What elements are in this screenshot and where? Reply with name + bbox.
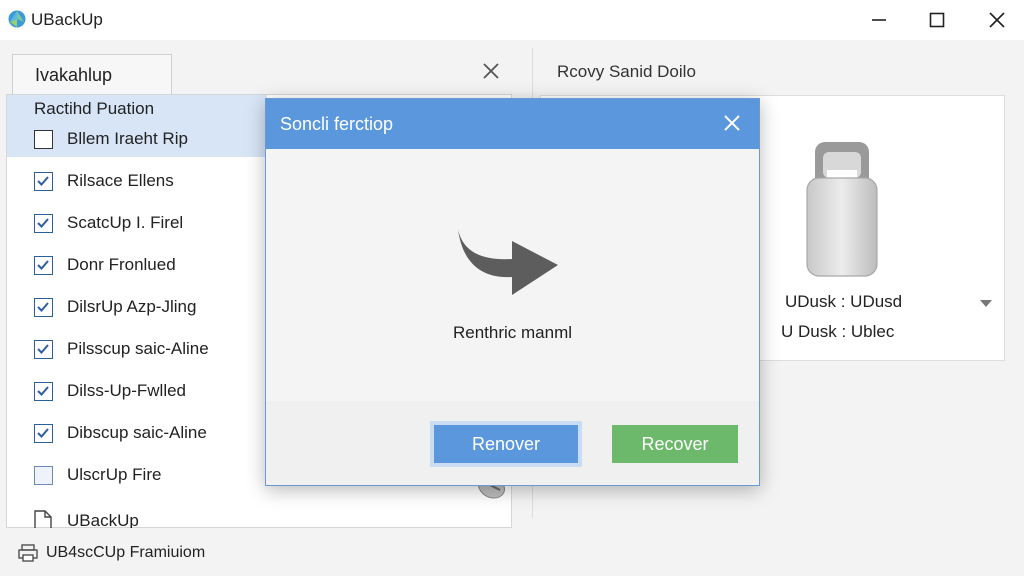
minimize-icon — [872, 19, 886, 21]
list-item-label: DilsrUp Azp-Jling — [67, 297, 197, 316]
dialog-header: Soncli ferctiop — [266, 99, 759, 149]
maximize-icon — [929, 12, 945, 28]
checkbox[interactable] — [34, 298, 53, 317]
list-item[interactable]: Dibscup saic-Aline — [7, 417, 267, 451]
list-item[interactable]: ScatcUp I. Firel — [7, 207, 267, 241]
dialog-title: Soncli ferctiop — [280, 114, 394, 134]
recover-button[interactable]: Recover — [612, 425, 738, 463]
close-window-button[interactable] — [974, 6, 1020, 34]
close-icon[interactable] — [722, 113, 742, 133]
checkmark-icon — [37, 344, 49, 354]
list-item[interactable]: DilsrUp Azp-Jling — [7, 291, 267, 325]
checkmark-icon — [37, 428, 49, 438]
printer-icon — [18, 544, 38, 562]
list-item-label: Dibscup saic-Aline — [67, 423, 207, 442]
checkmark-icon — [37, 302, 49, 312]
list-item[interactable]: Pilsscup saic-Aline — [7, 333, 267, 367]
list-item-label: ScatcUp I. Firel — [67, 213, 184, 232]
recovery-dialog: Soncli ferctiop Renthric manml Renover R… — [265, 98, 760, 486]
minimize-button[interactable] — [856, 6, 902, 34]
tab-label: Ivakahlup — [35, 65, 113, 85]
checkmark-icon — [37, 176, 49, 186]
checkbox[interactable] — [34, 130, 53, 149]
maximize-button[interactable] — [914, 6, 960, 34]
dialog-footer: Renover Recover — [266, 401, 759, 485]
list-item-label: Dilss-Up-Fwlled — [67, 381, 187, 400]
checkbox[interactable] — [34, 424, 53, 443]
status-bar: UB4scCUp Framiuiom — [0, 528, 1024, 576]
usb-drive-icon — [806, 142, 878, 277]
checkbox[interactable] — [34, 382, 53, 401]
renover-button[interactable]: Renover — [430, 421, 582, 467]
status-label: UB4scCUp Framiuiom — [46, 544, 206, 561]
right-panel-title: Rcovy Sanid Doilo — [557, 62, 696, 81]
checkbox[interactable] — [34, 214, 53, 233]
list-item-label: Donr Fronlued — [67, 255, 176, 274]
dialog-message: Renthric manml — [452, 323, 573, 342]
list-item[interactable]: Bllem Iraeht Rip — [7, 123, 267, 157]
drive-info-line2: U Dusk : Ublec — [781, 322, 895, 341]
window-title: UBackUp — [31, 10, 103, 29]
checkbox[interactable] — [34, 340, 53, 359]
list-item-label: Bllem Iraeht Rip — [67, 129, 188, 148]
close-tab-icon[interactable] — [480, 60, 502, 82]
list-item-label: UlscrUp Fire — [67, 465, 162, 484]
close-icon — [989, 12, 1005, 28]
drive-info-line1: UDusk : UDusd — [785, 292, 903, 311]
checkbox[interactable] — [34, 466, 53, 485]
left-tab-bar: Ivakahlup — [0, 40, 520, 96]
checkmark-icon — [37, 260, 49, 270]
list-item-label: Rilsace Ellens — [67, 171, 174, 190]
title-bar: UBackUp — [0, 0, 1024, 40]
arrow-right-icon — [458, 229, 558, 295]
dialog-body: Renthric manml — [266, 149, 759, 401]
checkmark-icon — [37, 218, 49, 228]
checkbox[interactable] — [34, 256, 53, 275]
app-logo-icon — [8, 10, 26, 28]
list-item-label: Pilsscup saic-Aline — [67, 339, 209, 358]
checkmark-icon — [37, 386, 49, 396]
panel-header-label: Ractihd Puation — [34, 99, 155, 118]
list-item[interactable]: Rilsace Ellens — [7, 165, 267, 199]
list-item[interactable]: Donr Fronlued — [7, 249, 267, 283]
list-item[interactable]: UlscrUp Fire — [7, 459, 267, 493]
list-item[interactable]: Dilss-Up-Fwlled — [7, 375, 267, 409]
checkbox[interactable] — [34, 172, 53, 191]
chevron-down-icon[interactable] — [979, 298, 993, 308]
tab-backup[interactable]: Ivakahlup — [12, 54, 172, 94]
